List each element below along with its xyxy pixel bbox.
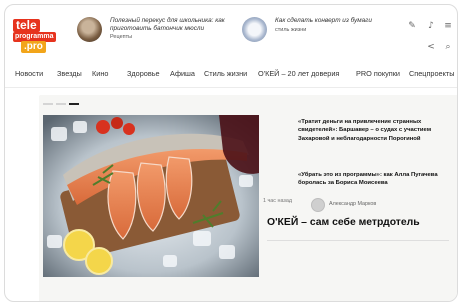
- nav-item-cinema[interactable]: Кино: [92, 69, 108, 78]
- slider-dot-active[interactable]: [69, 103, 79, 105]
- site-logo[interactable]: tele programma .pro: [13, 19, 56, 55]
- main-nav: Новости Звезды Кино Здоровье Афиша Стиль…: [15, 69, 457, 81]
- slider-dot[interactable]: [56, 103, 66, 105]
- slider-dots: [43, 103, 83, 105]
- nav-item-okey[interactable]: О'КЕЙ – 20 лет доверия: [258, 69, 339, 78]
- teaser-title: Как сделать конверт из бумаги: [275, 17, 372, 24]
- featured-divider: [267, 240, 449, 241]
- header-teaser-2[interactable]: Как сделать конверт из бумаги стиль жизн…: [242, 17, 392, 42]
- publish-time: 1 час назад: [263, 198, 293, 204]
- nav-divider: [5, 87, 457, 88]
- search-icon[interactable]: ⌕: [442, 41, 454, 53]
- author-name[interactable]: Александр Марков: [329, 201, 376, 207]
- nav-item-news[interactable]: Новости: [15, 69, 43, 78]
- music-icon[interactable]: ♪: [425, 20, 437, 32]
- logo-line-1: tele: [13, 19, 40, 32]
- featured-title[interactable]: О'КЕЙ – сам себе метрдотель: [267, 217, 420, 228]
- teaser-text-wrap: Как сделать конверт из бумаги стиль жизн…: [275, 17, 372, 33]
- teaser-rubric[interactable]: Рецепты: [110, 34, 237, 40]
- logo-line-3: .pro: [21, 41, 46, 53]
- nav-item-afisha[interactable]: Афиша: [170, 69, 195, 78]
- teaser-thumbnail: [77, 17, 102, 42]
- featured-image[interactable]: [43, 115, 259, 277]
- author-avatar: [311, 198, 325, 212]
- nav-item-stars[interactable]: Звезды: [57, 69, 82, 78]
- share-icon[interactable]: <: [425, 41, 437, 53]
- nav-item-pro[interactable]: PRO покупки: [356, 69, 400, 78]
- side-news-item[interactable]: «Тратит деньги на привлечение странных с…: [298, 118, 448, 143]
- slider-dot[interactable]: [43, 103, 53, 105]
- nav-item-lifestyle[interactable]: Стиль жизни: [204, 69, 247, 78]
- teaser-rubric[interactable]: стиль жизни: [275, 27, 372, 33]
- menu-icon[interactable]: ≡: [442, 20, 454, 32]
- salmon-illustration: [43, 115, 259, 277]
- pen-icon[interactable]: ✎: [406, 20, 418, 32]
- side-news-item[interactable]: «Убрать это из программы»: как Алла Пуга…: [298, 171, 448, 188]
- nav-item-health[interactable]: Здоровье: [127, 69, 160, 78]
- nav-item-special[interactable]: Спецпроекты: [409, 69, 454, 78]
- teaser-title: Полезный перекус для школьника: как приг…: [110, 17, 225, 32]
- teaser-thumbnail: [242, 17, 267, 42]
- page-frame: tele programma .pro Полезный перекус для…: [4, 4, 458, 302]
- header-teaser-1[interactable]: Полезный перекус для школьника: как приг…: [77, 17, 237, 42]
- teaser-text-wrap: Полезный перекус для школьника: как приг…: [110, 17, 237, 40]
